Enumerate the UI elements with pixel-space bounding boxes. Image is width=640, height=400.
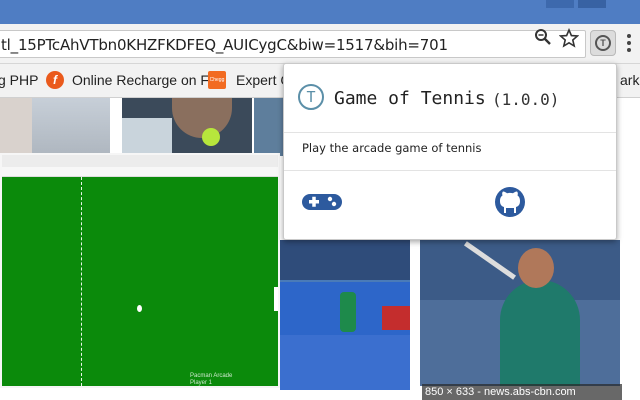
popup-version: (1.0.0)	[492, 90, 560, 109]
address-bar[interactable]: tl_15PTcAhVTbn0KHZFKDFEQ_AUICygC&biw=151…	[0, 30, 586, 58]
result-image-3[interactable]	[254, 98, 284, 156]
game-window: Pacman Arcade Player 1	[0, 153, 280, 388]
zoom-icon[interactable]	[533, 28, 553, 48]
recharge-icon: f	[46, 71, 64, 89]
github-button[interactable]	[490, 182, 530, 222]
extension-popup: T Game of Tennis (1.0.0) Play the arcade…	[283, 63, 617, 240]
result-image-5[interactable]	[420, 240, 620, 386]
tennis-logo-icon: T	[298, 84, 324, 110]
browser-window: tl_15PTcAhVTbn0KHZFKDFEQ_AUICygC&biw=151…	[0, 0, 640, 400]
popup-title: Game of Tennis	[334, 88, 486, 109]
play-game-button[interactable]	[302, 182, 342, 222]
popup-description: Play the arcade game of tennis	[302, 141, 482, 155]
bookmark-ark[interactable]: ark	[620, 72, 639, 88]
maximize-button[interactable]	[578, 0, 606, 8]
toolbar: tl_15PTcAhVTbn0KHZFKDFEQ_AUICygC&biw=151…	[0, 24, 640, 64]
minimize-button[interactable]	[546, 0, 574, 8]
title-bar	[0, 0, 640, 24]
game-bookmarks-bar	[2, 167, 278, 177]
player-paddle	[274, 287, 278, 311]
chegg-icon: Chegg	[208, 71, 226, 89]
net-line	[81, 177, 82, 386]
result-image-1[interactable]	[0, 98, 110, 156]
divider	[284, 132, 616, 133]
url-text[interactable]: tl_15PTcAhVTbn0KHZFKDFEQ_AUICygC&biw=151…	[1, 36, 448, 54]
divider	[284, 170, 616, 171]
result-image-4[interactable]	[280, 240, 410, 390]
bookmark-online-recharge[interactable]: Online Recharge on F	[72, 72, 209, 88]
tennis-court[interactable]: Pacman Arcade Player 1	[2, 177, 278, 386]
gamepad-icon	[302, 194, 342, 210]
menu-icon[interactable]	[626, 32, 636, 54]
watermark-line-2: Player 1	[190, 380, 213, 386]
game-watermark: Pacman Arcade Player 1	[190, 373, 232, 387]
game-tab-bar	[2, 155, 278, 167]
star-icon[interactable]	[558, 27, 580, 48]
result-image-2[interactable]	[122, 98, 252, 156]
image-caption: 850 × 633 - news.abs-cbn.com	[422, 384, 622, 400]
extension-icon: T	[595, 35, 611, 51]
bookmark-php[interactable]: g PHP	[0, 72, 38, 88]
ball	[137, 305, 142, 312]
extension-button[interactable]: T	[590, 30, 616, 56]
github-icon	[495, 187, 525, 217]
watermark-line-1: Pacman Arcade	[190, 373, 233, 379]
